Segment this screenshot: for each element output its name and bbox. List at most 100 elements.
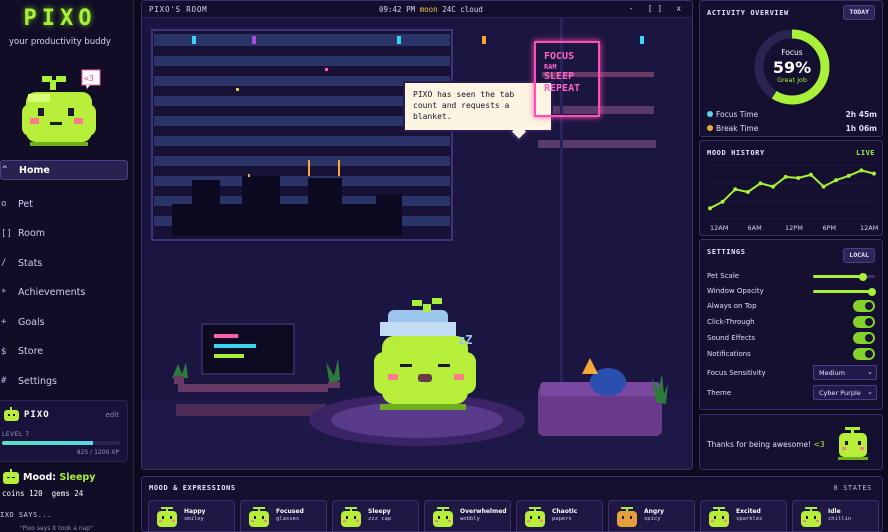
notifications-label: Notifications [707, 350, 751, 358]
window-opacity-knob[interactable] [867, 287, 876, 296]
excited-pet-icon [709, 507, 729, 527]
expression-name: Overwhelmed [460, 508, 507, 515]
sidebar-item-home[interactable]: ^ Home [0, 160, 128, 180]
focus-percent: 59% [772, 58, 812, 77]
expression-card-focused[interactable]: Focused glasses [240, 500, 327, 531]
idle-pet-icon [801, 507, 821, 527]
pixo-says-title: IXO SAYS... [0, 511, 52, 519]
home-icon: ^ [2, 165, 8, 175]
break-time-dot [707, 125, 713, 131]
thanks-message: Thanks for being awesome! <3 [707, 440, 825, 449]
app-logo: PIXO [23, 6, 97, 31]
expression-name: Sleepy [368, 508, 391, 515]
sleepy-pet-icon [341, 507, 361, 527]
local-button[interactable]: LOCAL [843, 248, 875, 263]
thanks-text: Thanks for being awesome! [707, 440, 812, 449]
neon-line: RAM [544, 63, 557, 71]
sidebar-item-pet[interactable]: o Pet [0, 190, 128, 220]
today-button[interactable]: TODAY [843, 5, 875, 20]
pet-scale-knob[interactable] [858, 272, 867, 281]
sound-effects-label: Sound Effects [707, 334, 756, 342]
expression-name: Chaotic [552, 508, 578, 515]
sidebar-item-achievements[interactable]: * Achievements [0, 278, 128, 308]
mood-point [783, 174, 788, 179]
pet-card: PIXO edit LEVEL 7 925 / 1200 XP [0, 400, 128, 462]
window-opacity-slider[interactable] [813, 287, 876, 296]
expressions-count: 8 STATES [833, 484, 872, 492]
moon-icon: moon [419, 5, 438, 14]
mood-point [796, 175, 801, 180]
happy-pet-icon [157, 507, 177, 527]
pet-scale-slider[interactable] [813, 272, 875, 281]
focus-sensitivity-row: Focus Sensitivity Medium ⌄ [707, 365, 877, 381]
break-time-row: Break Time 1h 06m [707, 124, 877, 133]
notifications-toggle[interactable] [853, 348, 875, 360]
pet-scale-fill [813, 275, 863, 278]
activity-title: ACTIVITY OVERVIEW [707, 9, 789, 17]
pixo-says-message: "Pixo says it took a nap" [20, 525, 93, 532]
expression-desc: papers [552, 516, 572, 522]
click-through-toggle[interactable] [853, 316, 875, 328]
chevron-down-icon: ⌄ [867, 388, 873, 396]
expression-card-angry[interactable]: Angry spicy [608, 500, 695, 531]
toggle-knob [865, 302, 873, 310]
toggle-knob [865, 318, 873, 326]
x-tick-label: 12AM [710, 224, 728, 232]
theme-select[interactable]: Cyber Purple ⌄ [813, 385, 877, 400]
break-time-value: 1h 06m [845, 124, 877, 133]
edit-pet-link[interactable]: edit [106, 411, 119, 419]
room-time: 09:42 PM [379, 5, 416, 14]
sound-effects-toggle[interactable] [853, 332, 875, 344]
sidebar-item-label: Room [18, 228, 46, 240]
click-through-label: Click-Through [707, 318, 755, 326]
achievements-icon: * [1, 287, 7, 298]
expression-card-happy[interactable]: Happy smiley [148, 500, 235, 531]
sidebar-item-label: Achievements [18, 287, 86, 299]
expression-name: Focused [276, 508, 304, 515]
app-tagline: your productivity buddy [9, 37, 111, 47]
pet-room-panel: PIXO'S ROOM 09:42 PM moon 24C cloud - []… [141, 0, 693, 470]
heart-bubble-text: <3 [84, 74, 94, 83]
x-tick-label: 12AM [860, 224, 878, 232]
focus-time-value: 2h 45m [845, 110, 877, 119]
x-tick-label: 6AM [748, 224, 762, 232]
sidebar-item-stats[interactable]: / Stats [0, 249, 128, 279]
break-time-label: Break Time [716, 124, 759, 133]
expression-card-excited[interactable]: Excited sparkles [700, 500, 787, 531]
angry-pet-icon [617, 507, 637, 527]
expression-desc: chillin [828, 516, 852, 522]
sidebar-item-room[interactable]: [] Room [0, 219, 128, 249]
stats-icon: / [1, 258, 7, 269]
expression-card-chaotic[interactable]: Chaotic papers [516, 500, 603, 531]
expression-name: Happy [184, 508, 206, 515]
settings-icon: # [1, 376, 7, 387]
currency-stats: coins 120 gems 24 [2, 489, 83, 498]
pet-avatar-large[interactable]: <3 [16, 66, 106, 156]
activity-overview-panel: ACTIVITY OVERVIEW TODAY Focus 59% Great … [699, 0, 883, 137]
sidebar-item-goals[interactable]: + Goals [0, 308, 128, 338]
expression-desc: smiley [184, 516, 204, 522]
x-tick-label: 12PM [785, 224, 803, 232]
window-opacity-label: Window Opacity [707, 287, 764, 295]
mood-point [720, 199, 725, 204]
room-title: PIXO'S ROOM [149, 5, 208, 14]
thanks-heart: <3 [813, 440, 825, 449]
pet-scale-label: Pet Scale [707, 272, 740, 280]
neon-line: REPEAT [544, 83, 581, 94]
focus-sensitivity-select[interactable]: Medium ⌄ [813, 365, 877, 380]
mood-point [733, 187, 738, 192]
mood-status: Mood: Sleepy coins 120 gems 24 [0, 466, 128, 506]
sidebar-item-store[interactable]: $ Store [0, 337, 128, 367]
expression-name: Idle [828, 508, 841, 515]
always-on-top-toggle[interactable] [853, 300, 875, 312]
settings-panel: SETTINGS LOCAL Pet Scale Window Opacity … [699, 239, 883, 410]
expression-card-overwhelmed[interactable]: Overwhelmed wobbly [424, 500, 511, 531]
expression-card-idle[interactable]: Idle chillin [792, 500, 879, 531]
focus-time-dot [707, 111, 713, 117]
sidebar-item-label: Pet [18, 198, 33, 210]
expression-card-sleepy[interactable]: Sleepy zzz cap [332, 500, 419, 531]
gems-count: gems 24 [51, 489, 84, 498]
sidebar-item-settings[interactable]: # Settings [0, 367, 128, 397]
expression-name: Angry [644, 508, 665, 515]
window-controls[interactable]: - [] x [629, 4, 686, 13]
